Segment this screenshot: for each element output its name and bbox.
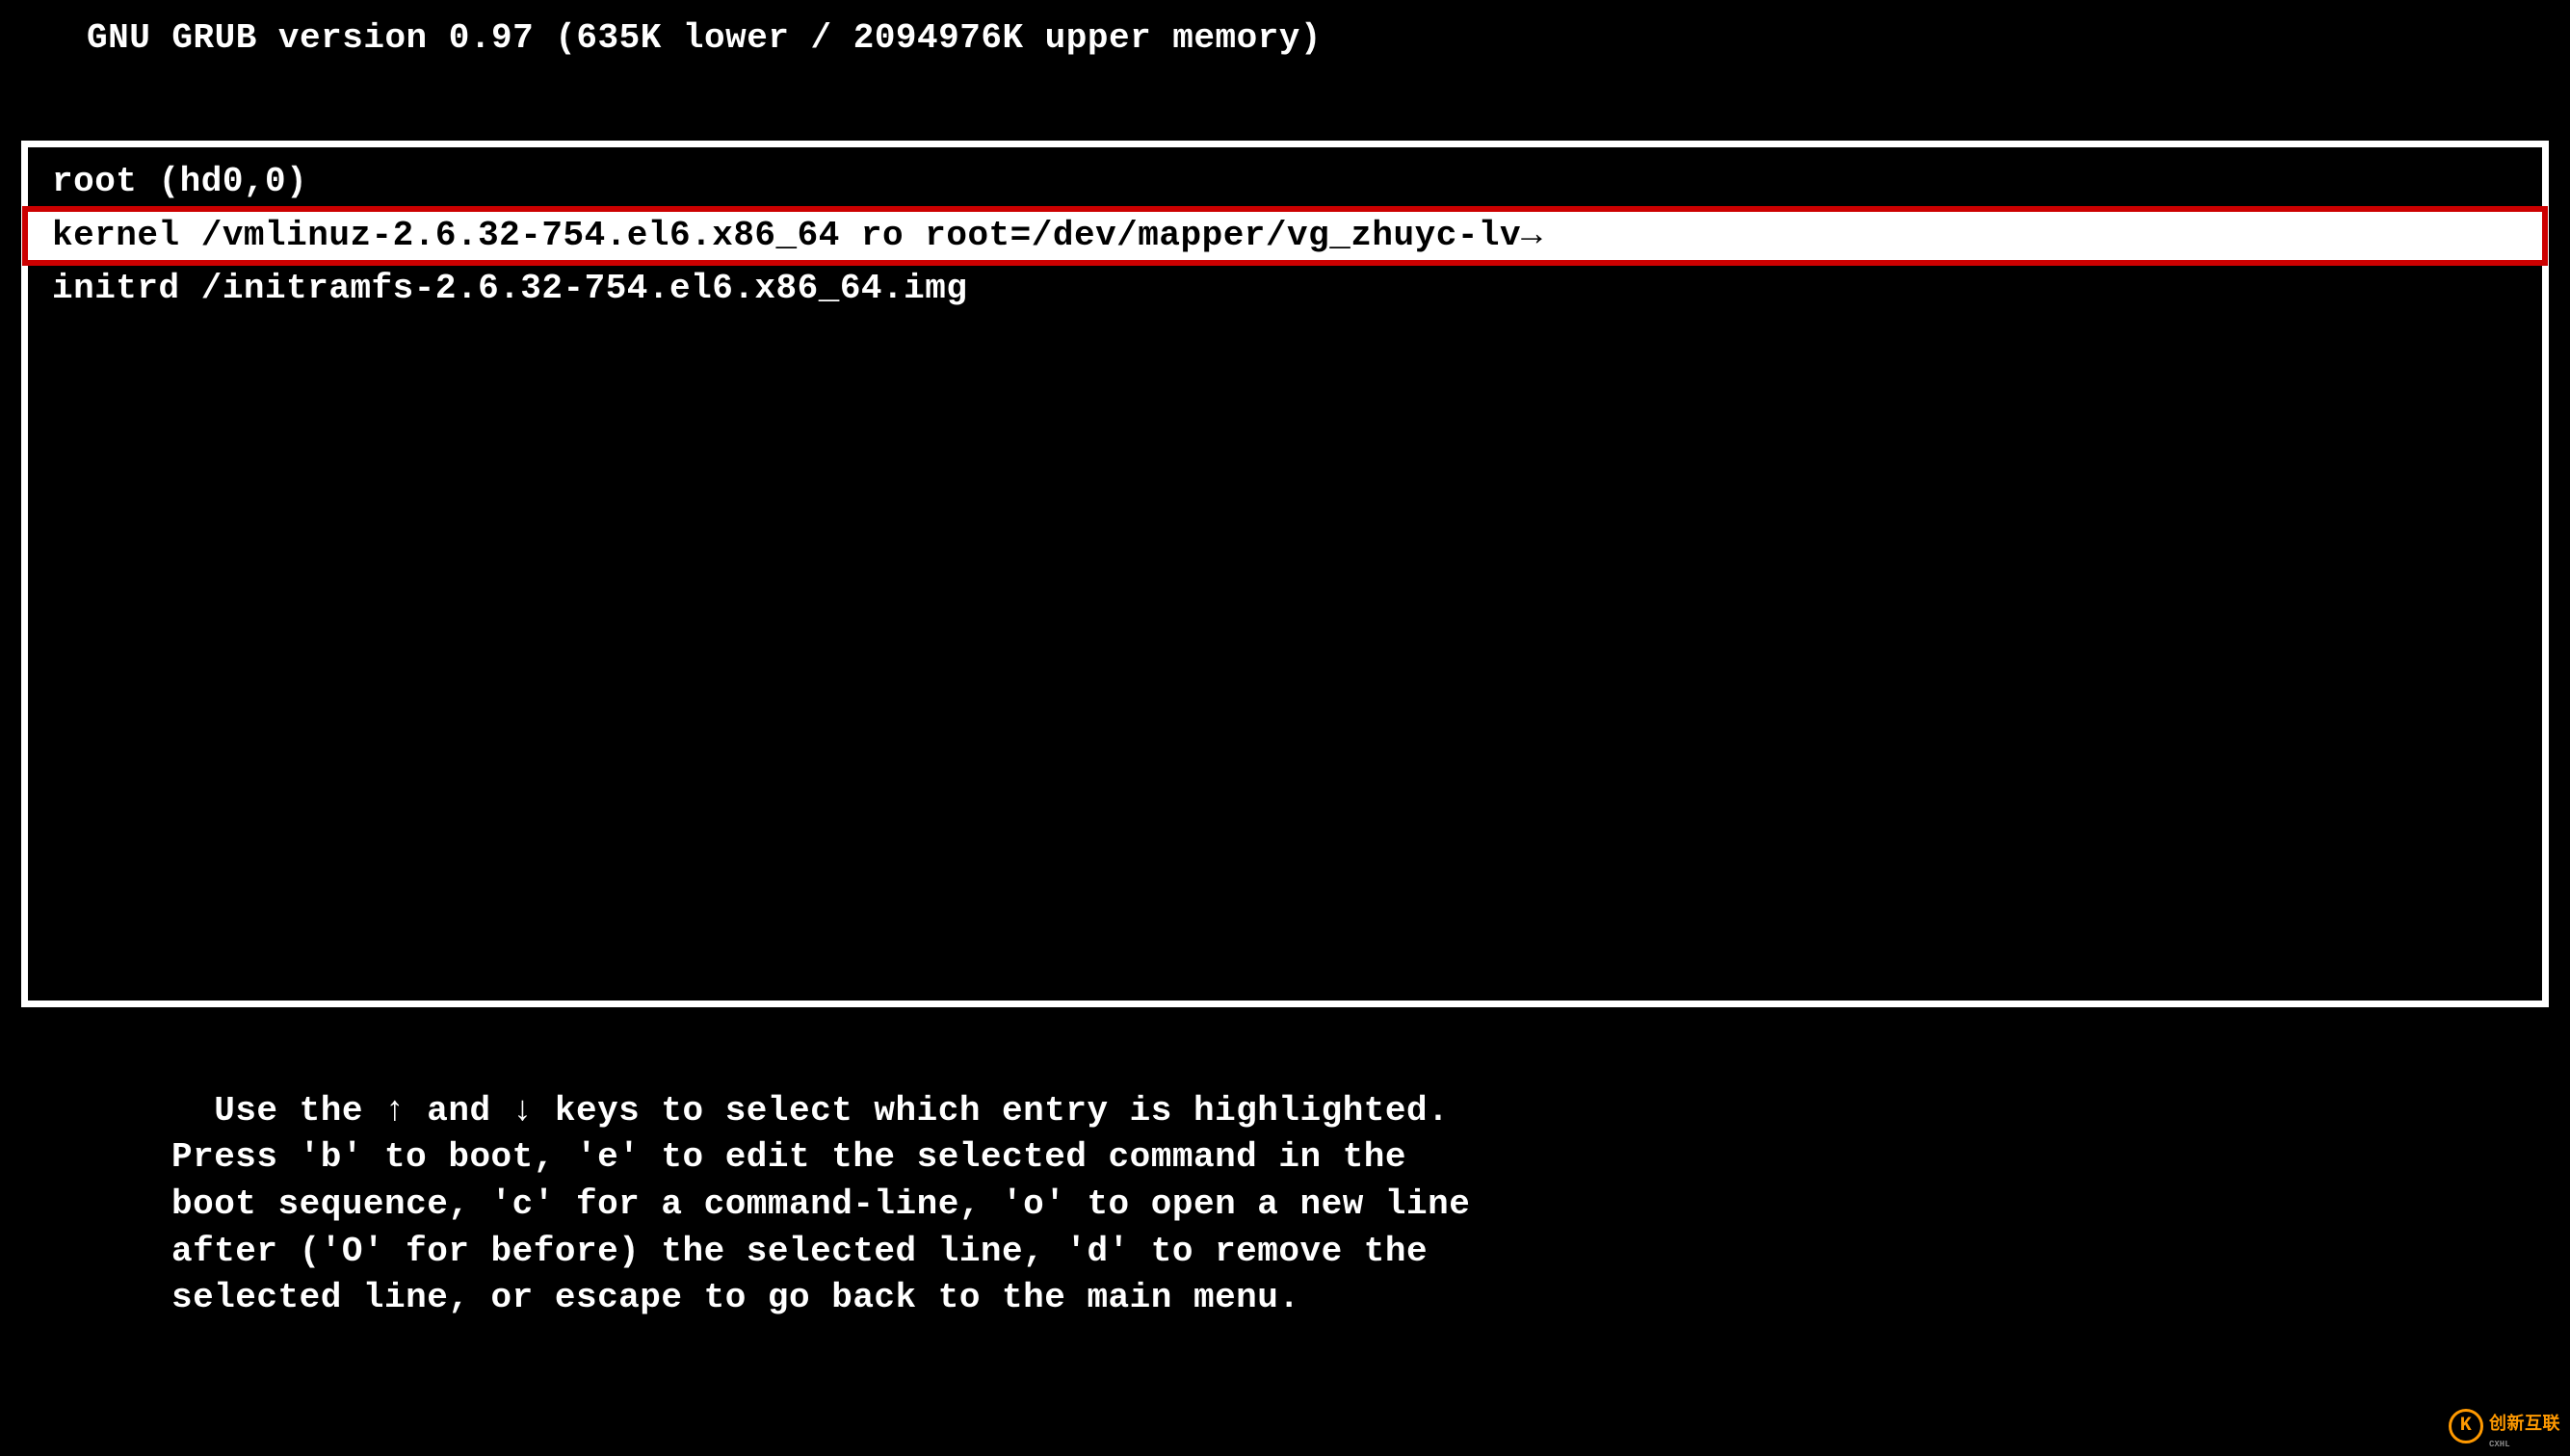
watermark-subtext: CXHL: [2489, 1440, 2560, 1450]
menu-line-kernel-text: kernel /vmlinuz-2.6.32-754.el6.x86_64 ro…: [52, 212, 1542, 260]
grub-menu-box[interactable]: root (hd0,0) kernel /vmlinuz-2.6.32-754.…: [21, 141, 2549, 1007]
watermark: K 创新互联 CXHL: [2449, 1403, 2560, 1450]
instructions-text: Use the ↑ and ↓ keys to select which ent…: [171, 1091, 1470, 1317]
menu-line-initrd[interactable]: initrd /initramfs-2.6.32-754.el6.x86_64.…: [28, 266, 2542, 313]
menu-line-root[interactable]: root (hd0,0): [28, 159, 2542, 206]
watermark-text: 创新互联: [2489, 1416, 2560, 1435]
watermark-text-block: 创新互联 CXHL: [2489, 1403, 2560, 1450]
grub-title: GNU GRUB version 0.97 (635K lower / 2094…: [87, 18, 1322, 58]
grub-instructions: Use the ↑ and ↓ keys to select which ent…: [0, 1007, 2570, 1322]
watermark-logo-icon: K: [2449, 1409, 2483, 1443]
grub-header: GNU GRUB version 0.97 (635K lower / 2094…: [0, 0, 2570, 59]
menu-line-kernel-selected[interactable]: kernel /vmlinuz-2.6.32-754.el6.x86_64 ro…: [22, 206, 2548, 266]
